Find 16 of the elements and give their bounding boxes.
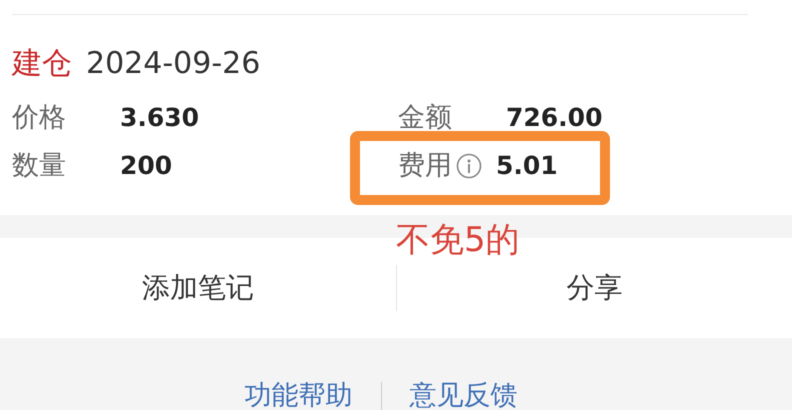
field-label: 费用: [398, 149, 452, 183]
field-value: 200: [120, 150, 172, 182]
trade-date: 2024-09-26: [86, 46, 260, 81]
field-value: 726.00: [506, 102, 602, 134]
footer-link[interactable]: 意见反馈: [410, 376, 518, 410]
annotation-text: 不免5的: [396, 222, 520, 258]
field-label: 数量: [12, 149, 67, 183]
info-icon[interactable]: [456, 153, 482, 179]
action-button[interactable]: 分享: [396, 261, 792, 315]
field-label: 金额: [398, 101, 453, 135]
field-label: 价格: [12, 101, 67, 135]
trade-action: 建仓: [12, 46, 72, 81]
field-value: 5.01: [496, 150, 558, 182]
action-button[interactable]: 添加笔记: [0, 261, 396, 315]
field-value: 3.630: [120, 102, 200, 134]
footer-link[interactable]: 功能帮助: [244, 376, 352, 410]
